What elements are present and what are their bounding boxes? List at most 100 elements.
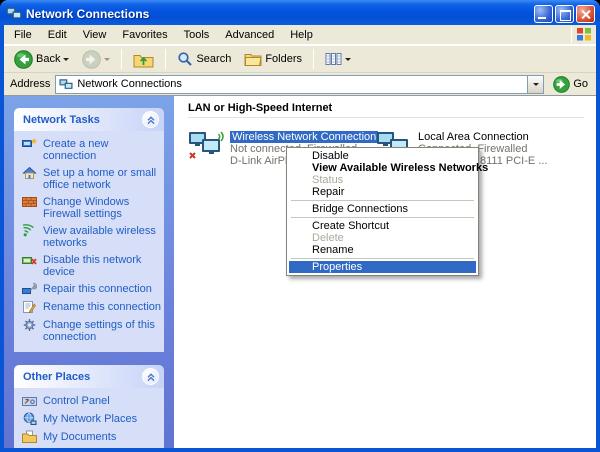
up-button[interactable] — [129, 48, 158, 71]
sidebar-item-repair-connection[interactable]: Repair this connection — [22, 283, 161, 296]
menu-advanced[interactable]: Advanced — [217, 26, 282, 44]
new-connection-icon — [22, 137, 37, 151]
wireless-connection-icon — [188, 130, 224, 160]
control-panel-icon — [22, 394, 37, 408]
sidebar-item-label: Rename this connection — [43, 301, 161, 313]
other-places-body: Control Panel My Network Places My Docum… — [14, 388, 164, 448]
context-menu-separator — [291, 258, 474, 259]
context-menu-item-bridge[interactable]: Bridge Connections — [289, 203, 476, 215]
address-label: Address — [8, 78, 50, 90]
home-network-icon — [22, 166, 37, 180]
context-menu-separator — [291, 200, 474, 201]
context-menu-item-properties[interactable]: Properties — [289, 261, 476, 273]
sidebar-item-label: Create a new connection — [43, 138, 161, 162]
folders-icon — [244, 52, 262, 67]
search-label: Search — [196, 53, 231, 65]
close-button[interactable] — [576, 5, 595, 23]
collapse-chevron-icon[interactable] — [142, 111, 159, 128]
network-connections-icon — [6, 6, 22, 21]
task-pane-sidebar: Network Tasks Create a new connection Se — [4, 96, 174, 448]
address-bar: Address Network Connections Go — [4, 73, 596, 96]
go-button[interactable]: Go — [549, 75, 592, 94]
maximize-button[interactable] — [555, 5, 574, 23]
context-menu-item-create-shortcut[interactable]: Create Shortcut — [289, 220, 476, 232]
sidebar-item-connection-settings[interactable]: Change settings of this connection — [22, 319, 161, 343]
context-menu-item-status: Status — [289, 174, 476, 186]
forward-dropdown-icon — [104, 58, 110, 61]
toolbar: Back Search — [4, 45, 596, 73]
folders-label: Folders — [265, 53, 302, 65]
network-places-icon — [22, 412, 37, 426]
group-rule — [188, 117, 584, 118]
sidebar-item-label: Change Windows Firewall settings — [43, 196, 161, 220]
folder-up-icon — [133, 51, 154, 68]
toolbar-separator — [313, 49, 314, 69]
chevron-down-icon — [533, 83, 539, 86]
other-places-title: Other Places — [23, 371, 142, 383]
minimize-button[interactable] — [534, 5, 553, 23]
sidebar-item-label: Disable this network device — [43, 254, 161, 278]
address-value: Network Connections — [77, 78, 523, 90]
views-icon — [325, 52, 342, 66]
collapse-chevron-icon[interactable] — [142, 368, 159, 385]
sidebar-item-rename-connection[interactable]: Rename this connection — [22, 301, 161, 314]
menu-help[interactable]: Help — [282, 26, 321, 44]
forward-icon — [82, 50, 101, 69]
search-button[interactable]: Search — [173, 48, 235, 70]
sidebar-item-label: My Documents — [43, 431, 116, 443]
menu-view[interactable]: View — [75, 26, 115, 44]
views-dropdown-icon — [345, 58, 351, 61]
firewall-icon — [22, 195, 37, 209]
context-menu-separator — [291, 217, 474, 218]
context-menu-item-delete: Delete — [289, 232, 476, 244]
menu-divider — [571, 27, 572, 43]
connection-name[interactable]: Local Area Connection — [418, 131, 529, 143]
menu-bar: File Edit View Favorites Tools Advanced … — [4, 25, 596, 45]
search-icon — [177, 51, 193, 67]
menu-file[interactable]: File — [6, 26, 40, 44]
sidebar-item-my-documents[interactable]: My Documents — [22, 431, 161, 444]
sidebar-item-label: My Network Places — [43, 413, 137, 425]
sidebar-item-home-network[interactable]: Set up a home or small office network — [22, 167, 161, 191]
context-menu-item-repair[interactable]: Repair — [289, 186, 476, 198]
sidebar-item-disable-device[interactable]: Disable this network device — [22, 254, 161, 278]
connection-name[interactable]: Wireless Network Connection — [230, 131, 378, 143]
windows-logo-icon — [576, 27, 592, 42]
back-button[interactable]: Back — [10, 47, 73, 72]
sidebar-item-create-connection[interactable]: Create a new connection — [22, 138, 161, 162]
other-places-panel: Other Places Control Panel My Network Pl — [14, 365, 164, 448]
go-icon — [553, 76, 570, 93]
sidebar-item-my-network-places[interactable]: My Network Places — [22, 413, 161, 426]
network-tasks-header[interactable]: Network Tasks — [14, 108, 164, 131]
title-bar[interactable]: Network Connections — [0, 0, 600, 25]
sidebar-item-control-panel[interactable]: Control Panel — [22, 395, 161, 408]
window-title: Network Connections — [26, 7, 530, 21]
context-menu-item-rename[interactable]: Rename — [289, 244, 476, 256]
wireless-signal-icon — [22, 224, 37, 238]
context-menu: Disable View Available Wireless Networks… — [286, 147, 479, 276]
address-dropdown-button[interactable] — [527, 76, 543, 93]
forward-button[interactable] — [78, 47, 114, 72]
back-label: Back — [36, 53, 60, 65]
views-button[interactable] — [321, 49, 355, 69]
folders-button[interactable]: Folders — [240, 49, 306, 70]
back-icon — [14, 50, 33, 69]
menu-tools[interactable]: Tools — [176, 26, 218, 44]
sidebar-item-label: Set up a home or small office network — [43, 167, 161, 191]
address-input[interactable]: Network Connections — [55, 75, 544, 94]
sidebar-item-wireless-networks[interactable]: View available wireless networks — [22, 225, 161, 249]
toolbar-separator — [121, 49, 122, 69]
other-places-header[interactable]: Other Places — [14, 365, 164, 388]
context-menu-item-disable[interactable]: Disable — [289, 150, 476, 162]
repair-wrench-icon — [22, 282, 37, 296]
sidebar-item-label: Control Panel — [43, 395, 110, 407]
toolbar-separator — [165, 49, 166, 69]
menu-edit[interactable]: Edit — [40, 26, 75, 44]
menu-favorites[interactable]: Favorites — [114, 26, 175, 44]
context-menu-item-view-wireless[interactable]: View Available Wireless Networks — [289, 162, 476, 174]
sidebar-item-firewall-settings[interactable]: Change Windows Firewall settings — [22, 196, 161, 220]
go-label: Go — [573, 78, 588, 90]
network-tasks-body: Create a new connection Set up a home or… — [14, 131, 164, 352]
network-tasks-panel: Network Tasks Create a new connection Se — [14, 108, 164, 352]
sidebar-item-label: Repair this connection — [43, 283, 152, 295]
